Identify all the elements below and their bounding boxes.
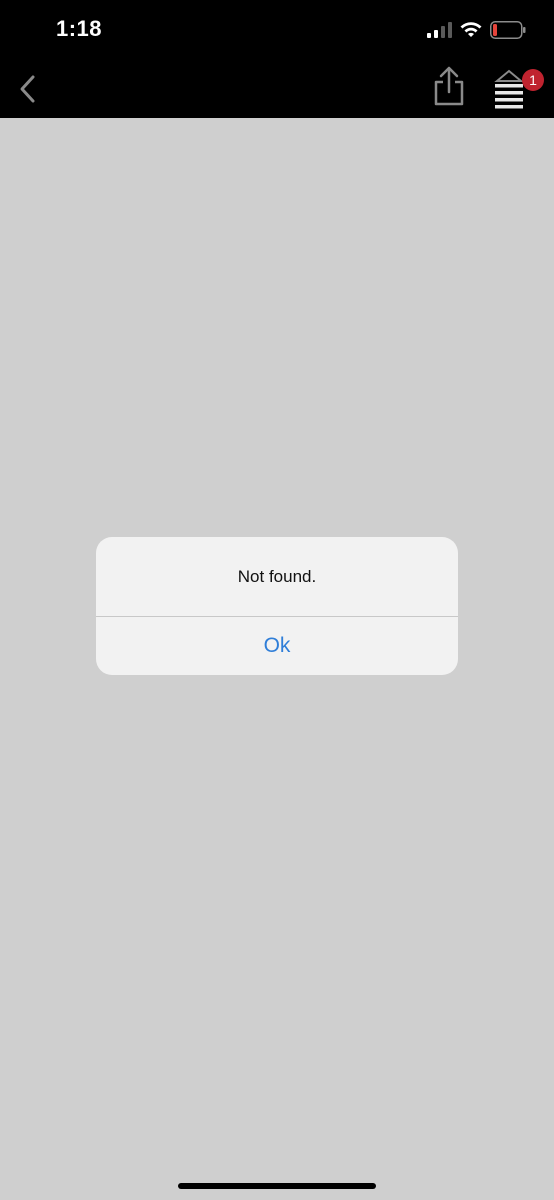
app-screen: 1:18 1 Not found. Ok — [0, 0, 554, 1200]
wifi-icon — [460, 22, 482, 37]
notification-badge: 1 — [522, 69, 544, 91]
chevron-left-icon — [20, 75, 35, 103]
status-time: 1:18 — [56, 16, 103, 41]
cellular-signal-icon — [427, 22, 452, 38]
alert-message: Not found. — [237, 567, 317, 586]
ok-button[interactable]: Ok — [96, 617, 458, 675]
share-icon[interactable] — [431, 66, 467, 108]
top-header: 1:18 1 — [0, 0, 554, 118]
home-indicator — [178, 1183, 376, 1189]
battery-low-icon — [490, 21, 526, 39]
back-button[interactable] — [10, 70, 44, 108]
alert-dialog: Not found. Ok — [96, 537, 458, 675]
